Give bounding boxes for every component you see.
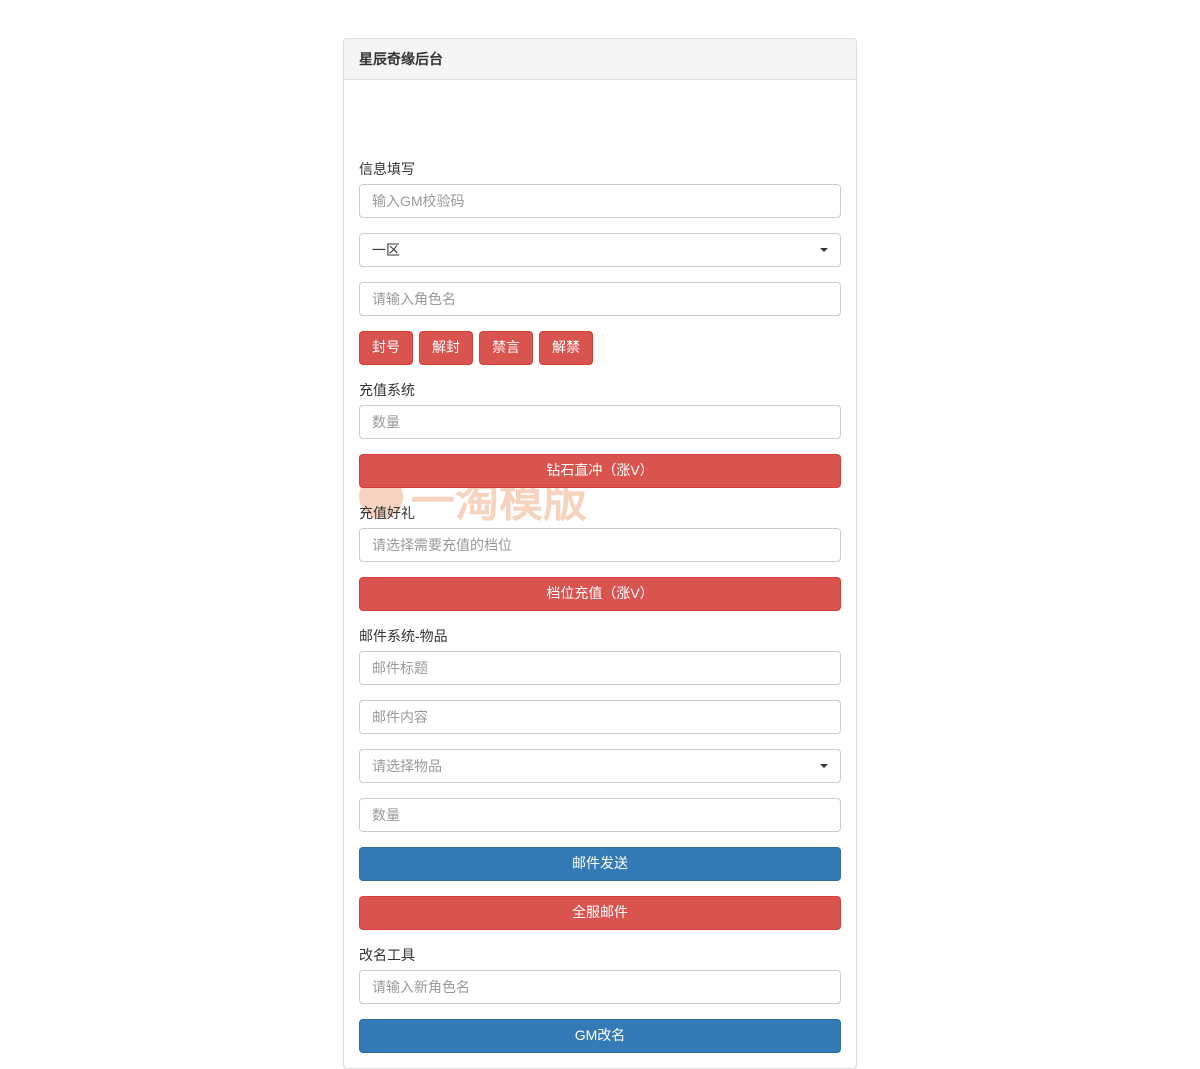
mail-item-select[interactable]: 请选择物品 xyxy=(359,749,841,783)
zone-select-value: 一区 xyxy=(372,240,400,260)
zone-select[interactable]: 一区 xyxy=(359,233,841,267)
mail-content-input[interactable] xyxy=(359,700,841,734)
rename-section-label: 改名工具 xyxy=(359,945,841,965)
mail-amount-input[interactable] xyxy=(359,798,841,832)
role-name-input[interactable] xyxy=(359,282,841,316)
mail-broadcast-button[interactable]: 全服邮件 xyxy=(359,896,841,930)
gift-tier-input[interactable] xyxy=(359,528,841,562)
caret-down-icon xyxy=(820,248,828,252)
recharge-section-label: 充值系统 xyxy=(359,380,841,400)
ban-button[interactable]: 封号 xyxy=(359,331,413,365)
recharge-amount-input[interactable] xyxy=(359,405,841,439)
tier-recharge-button[interactable]: 档位充值（涨V） xyxy=(359,577,841,611)
mute-button[interactable]: 禁言 xyxy=(479,331,533,365)
diamond-recharge-button[interactable]: 钻石直冲（涨V） xyxy=(359,454,841,488)
mail-send-button[interactable]: 邮件发送 xyxy=(359,847,841,881)
admin-panel: 星辰奇缘后台 一淘模版 信息填写 一区 封号 解封 禁言 解禁 xyxy=(343,38,857,1069)
mail-title-input[interactable] xyxy=(359,651,841,685)
panel-body: 一淘模版 信息填写 一区 封号 解封 禁言 解禁 充值系统 xyxy=(344,80,856,1068)
caret-down-icon xyxy=(820,764,828,768)
unban-button[interactable]: 解封 xyxy=(419,331,473,365)
mail-item-select-value: 请选择物品 xyxy=(372,756,442,776)
mail-item-select-toggle[interactable]: 请选择物品 xyxy=(359,749,841,783)
gm-code-input[interactable] xyxy=(359,184,841,218)
gm-rename-button[interactable]: GM改名 xyxy=(359,1019,841,1053)
info-section-label: 信息填写 xyxy=(359,159,841,179)
rename-input[interactable] xyxy=(359,970,841,1004)
unmute-button[interactable]: 解禁 xyxy=(539,331,593,365)
zone-select-toggle[interactable]: 一区 xyxy=(359,233,841,267)
mail-section-label: 邮件系统-物品 xyxy=(359,626,841,646)
panel-title: 星辰奇缘后台 xyxy=(344,39,856,80)
account-action-row: 封号 解封 禁言 解禁 xyxy=(359,331,841,365)
gift-section-label: 充值好礼 xyxy=(359,503,841,523)
